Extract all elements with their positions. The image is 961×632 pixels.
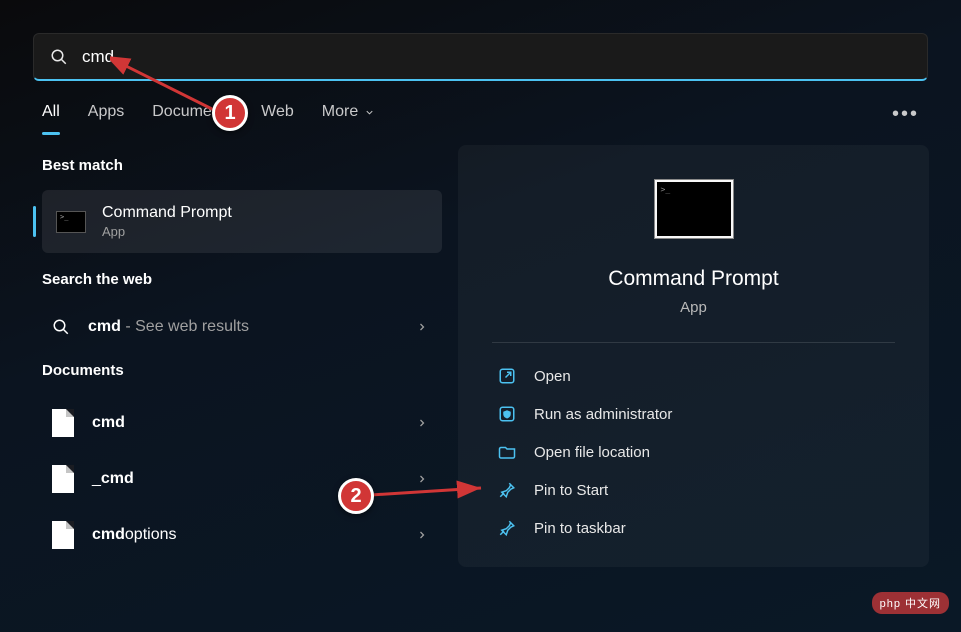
folder-icon (498, 443, 516, 461)
chevron-down-icon (364, 107, 375, 118)
filter-tabs: All Apps Documents Web More ••• (0, 81, 961, 135)
action-pin-start[interactable]: Pin to Start (492, 471, 895, 509)
action-run-admin[interactable]: Run as administrator (492, 395, 895, 433)
document-icon (52, 409, 74, 437)
search-icon (52, 318, 70, 336)
tab-apps[interactable]: Apps (88, 103, 124, 135)
document-name: cmd (92, 414, 125, 432)
document-icon (52, 465, 74, 493)
section-search-web: Search the web (42, 271, 442, 288)
chevron-right-icon (416, 473, 428, 485)
chevron-right-icon (416, 529, 428, 541)
tab-web[interactable]: Web (261, 103, 294, 135)
preview-subtitle: App (492, 299, 895, 316)
web-result-text: cmd - See web results (88, 318, 249, 336)
overflow-button[interactable]: ••• (892, 103, 919, 126)
tab-all[interactable]: All (42, 103, 60, 135)
tab-more[interactable]: More (322, 103, 375, 135)
action-label: Run as administrator (534, 406, 672, 423)
document-name: _cmd (92, 470, 134, 488)
shield-icon (498, 405, 516, 423)
action-open-location[interactable]: Open file location (492, 433, 895, 471)
document-name: cmdoptions (92, 526, 177, 544)
action-label: Pin to taskbar (534, 520, 626, 537)
action-label: Open (534, 368, 571, 385)
app-preview-icon (654, 179, 734, 239)
search-bar[interactable] (33, 33, 928, 81)
command-prompt-icon (56, 211, 86, 233)
best-match-result[interactable]: Command Prompt App (42, 190, 442, 253)
document-row[interactable]: _cmd (42, 451, 442, 507)
best-match-title: Command Prompt (102, 204, 232, 222)
preview-title: Command Prompt (492, 267, 895, 291)
annotation-badge-2: 2 (338, 478, 374, 514)
action-open[interactable]: Open (492, 357, 895, 395)
chevron-right-icon (416, 321, 428, 333)
action-pin-taskbar[interactable]: Pin to taskbar (492, 509, 895, 547)
section-best-match: Best match (42, 157, 442, 174)
annotation-badge-1: 1 (212, 95, 248, 131)
best-match-subtitle: App (102, 224, 232, 239)
document-row[interactable]: cmdoptions (42, 507, 442, 563)
action-label: Open file location (534, 444, 650, 461)
divider (492, 342, 895, 343)
search-icon (50, 48, 68, 66)
chevron-right-icon (416, 417, 428, 429)
pin-icon (498, 481, 516, 499)
action-label: Pin to Start (534, 482, 608, 499)
document-row[interactable]: cmd (42, 395, 442, 451)
details-panel: Command Prompt App Open Run as administr… (458, 145, 929, 567)
pin-icon (498, 519, 516, 537)
document-icon (52, 521, 74, 549)
watermark: php 中文网 (872, 592, 949, 614)
open-icon (498, 367, 516, 385)
section-documents: Documents (42, 362, 442, 379)
search-input[interactable] (82, 47, 911, 67)
web-result-row[interactable]: cmd - See web results (42, 304, 442, 350)
tab-more-label: More (322, 103, 358, 121)
